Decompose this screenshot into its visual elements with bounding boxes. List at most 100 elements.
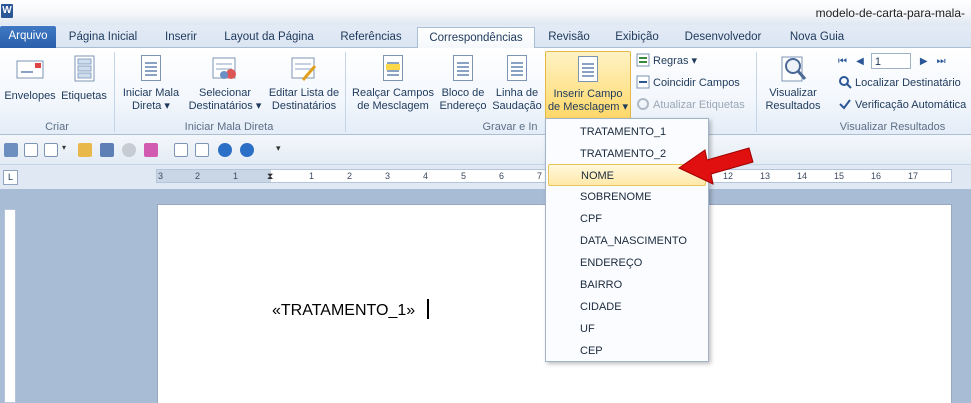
ruler-tick: 7 [537,171,543,181]
auto-check-icon [838,97,852,111]
ruler-tick: 16 [871,171,882,181]
checklist-icon[interactable] [195,143,209,157]
greeting-line-icon [502,54,532,84]
verificacao-automatica-button[interactable]: Verificação Automática [838,97,966,113]
ruler-bar: L 3 2 1 ⧗ 1 2 3 4 5 6 7 8 9 10 11 12 13 … [0,165,971,189]
ruler-margin [157,170,271,182]
find-recipient-icon [838,75,852,89]
color-picker-icon[interactable] [144,143,158,157]
linha-saudacao-button[interactable]: Linha de Saudação [490,54,544,113]
match-fields-icon [636,75,650,89]
address-block-icon [448,54,478,84]
group-separator [345,52,346,132]
ruler-tick: 1 [309,171,315,181]
ruler-tick: 6 [499,171,505,181]
group-label-visualizar: Visualizar Resultados [839,121,946,133]
ruler-tick: 2 [195,171,201,181]
copy-icon[interactable] [100,143,114,157]
tab-selector[interactable]: L [3,170,18,185]
ribbon: Envelopes Etiquetas Criar Iniciar Mala D… [0,48,971,135]
insert-merge-field-icon [573,55,603,85]
dropdown-item-cpf[interactable]: CPF [548,208,706,230]
tab-revisao[interactable]: Revisão [541,27,597,48]
iniciar-mala-direta-button[interactable]: Iniciar Mala Direta ▾ [118,54,184,113]
tab-nova-guia[interactable]: Nova Guia [780,27,854,48]
labels-icon [69,54,99,84]
ruler-tick: 14 [797,171,808,181]
rules-icon [636,53,650,67]
ruler-tick: 15 [834,171,845,181]
group-label-criar: Criar [45,121,69,133]
group-separator [756,52,757,132]
tab-exibicao[interactable]: Exibição [605,27,669,48]
word-app-icon[interactable]: W [1,4,13,18]
tab-referencias[interactable]: Referências [330,27,412,48]
ruler-tick: 4 [423,171,429,181]
preview-results-icon [778,54,808,84]
next-record-icon[interactable]: ▶ [920,56,928,67]
redo-icon[interactable] [240,143,254,157]
inserir-campo-mesclagem-button[interactable]: Inserir Campo de Mesclagem ▾ [545,51,631,119]
group-separator [114,52,115,132]
tab-layout[interactable]: Layout da Página [218,27,320,48]
previous-record-icon[interactable]: ◀ [856,56,864,67]
ruler-tick: 1 [233,171,239,181]
tab-correspondencias[interactable]: Correspondências [417,27,535,49]
envelopes-button[interactable]: Envelopes [3,54,57,103]
edit-icon[interactable] [174,143,188,157]
atualizar-etiquetas-button[interactable]: Atualizar Etiquetas [636,97,745,113]
zoom-icon[interactable] [44,143,58,157]
ruler-tick: 2 [347,171,353,181]
edit-list-icon [289,54,319,84]
tab-arquivo[interactable]: Arquivo [0,26,56,48]
group-label-iniciar: Iniciar Mala Direta [184,121,274,133]
visualizar-resultados-button[interactable]: Visualizar Resultados [760,54,826,113]
document-area: «TRATAMENTO_1» [0,189,971,403]
realcar-campos-button[interactable]: Realçar Campos de Mesclagem [350,54,436,113]
vertical-ruler[interactable] [4,209,16,403]
ruler-tick: 13 [760,171,771,181]
print-preview-icon[interactable] [24,143,38,157]
customize-toolbar-icon[interactable]: ▾ [276,143,286,157]
regras-button[interactable]: Regras ▾ [636,53,697,69]
mail-merge-doc-icon [136,54,166,84]
calculator-icon[interactable] [4,143,18,157]
window-title: modelo-de-carta-para-mala- [815,6,965,20]
localizar-destinatario-button[interactable]: Localizar Destinatário [838,75,961,91]
first-record-icon[interactable]: ⏮ [838,56,847,67]
record-input[interactable]: 1 [870,53,911,69]
ruler-tick: 3 [158,171,164,181]
highlight-fields-icon [378,54,408,84]
coincidir-campos-button[interactable]: Coincidir Campos [636,75,740,91]
editar-lista-destinatarios-button[interactable]: Editar Lista de Destinatários [266,54,342,113]
dropdown-item-uf[interactable]: UF [548,318,706,340]
tab-inserir[interactable]: Inserir [152,27,210,48]
ruler-tick: 5 [461,171,467,181]
etiquetas-button[interactable]: Etiquetas [58,54,110,103]
last-record-icon[interactable]: ⏭ [937,56,946,67]
quick-toolbar: ▾ ▾ [0,135,971,165]
tab-pagina-inicial[interactable]: Página Inicial [62,27,144,48]
red-arrow-icon [678,147,754,185]
ribbon-tabs: Arquivo Página Inicial Inserir Layout da… [0,25,971,49]
disabled-icon [122,143,136,157]
dropdown-item-cep[interactable]: CEP [548,340,706,362]
dropdown-item-bairro[interactable]: BAIRRO [548,274,706,296]
dropdown-arrow-icon[interactable]: ▾ [62,143,68,157]
ruler-tick: 3 [385,171,391,181]
text-cursor [427,299,429,319]
dropdown-item-endereco[interactable]: ENDEREÇO [548,252,706,274]
dropdown-item-cidade[interactable]: CIDADE [548,296,706,318]
ruler-tick: 17 [908,171,919,181]
merge-field-tratamento[interactable]: «TRATAMENTO_1» [272,302,415,320]
open-folder-icon[interactable] [78,143,92,157]
tab-desenvolvedor[interactable]: Desenvolvedor [677,27,769,48]
selecionar-destinatarios-button[interactable]: Selecionar Destinatários ▾ [185,54,265,113]
dropdown-item-data-nascimento[interactable]: DATA_NASCIMENTO [548,230,706,252]
envelope-icon [15,54,45,84]
indent-marker-icon[interactable]: ⧗ [267,170,273,182]
recipients-icon [210,54,240,84]
record-navigator: ⏮ ◀ 1 ▶ ⏭ [838,53,971,69]
undo-icon[interactable] [218,143,232,157]
bloco-endereco-button[interactable]: Bloco de Endereço [437,54,489,113]
